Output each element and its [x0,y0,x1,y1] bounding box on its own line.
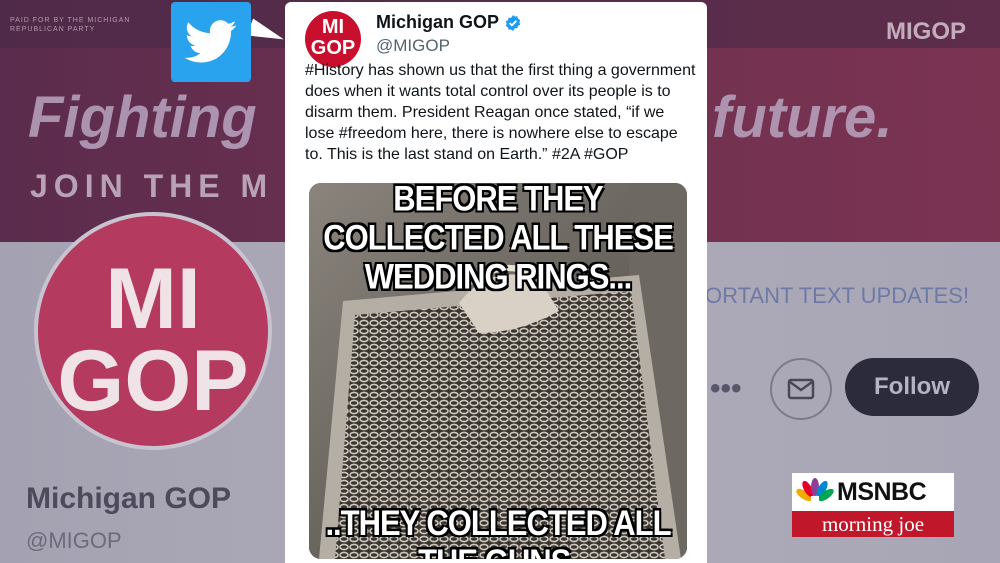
follow-button[interactable]: Follow [845,358,979,416]
avatar-text-bottom: GOP [310,37,356,59]
msnbc-logo: MSNBC [792,473,954,511]
show-name: morning joe [792,511,954,537]
tweet-card[interactable]: MI GOP Michigan GOP @MIGOP #History has … [285,2,707,563]
more-options-button[interactable]: ••• [710,372,742,406]
tweet-author-row: Michigan GOP [376,12,522,33]
avatar-text-top: MI [321,16,345,38]
avatar-text-bottom: GOP [57,333,249,429]
banner-disclaimer: PAID FOR BY THE MICHIGAN REPUBLICAN PART… [10,17,131,33]
twitter-badge [171,2,251,82]
tweet-text: #History has shown us that the first thi… [305,62,696,163]
banner-logo: MIGOP [886,18,967,45]
profile-avatar: MI GOP [34,212,272,450]
avatar-text-top: MI [105,251,201,347]
tweet-image[interactable]: BEFORE THEY COLLECTED ALL THESE WEDDING … [309,183,687,559]
profile-updates-text: ORTANT TEXT UPDATES! [705,283,970,308]
profile-name: Michigan GOP [26,482,232,515]
meme-caption-top: BEFORE THEY COLLECTED ALL THESE WEDDING … [323,183,674,297]
banner-headline-left: Fighting [28,85,257,150]
msnbc-wordmark: MSNBC [837,477,927,506]
tweet-author-handle[interactable]: @MIGOP [376,36,450,56]
peacock-icon [796,478,834,506]
mail-icon [787,378,815,400]
meme-caption-bottom: ..THEY COLLECTED ALL THE GUNS. [325,502,671,559]
banner-subline: JOIN THE M [30,168,274,204]
banner-headline-right: future. [712,85,893,150]
verified-badge-icon [505,14,521,31]
tweet-author-name[interactable]: Michigan GOP [376,12,499,33]
twitter-bird-icon [184,20,237,63]
tweet-author-avatar[interactable]: MI GOP [305,11,361,67]
msnbc-morning-joe-bug: MSNBC morning joe [792,473,954,537]
profile-handle: @MIGOP [26,528,122,553]
message-button[interactable] [770,358,832,420]
